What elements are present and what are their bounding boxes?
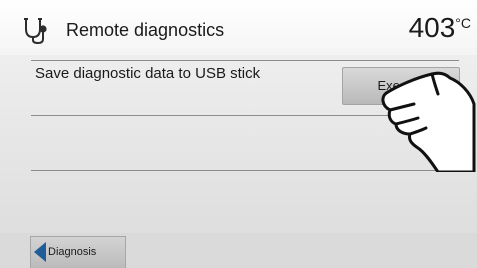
back-arrow-icon: [34, 242, 46, 262]
header-bar: Remote diagnostics 403°C: [0, 0, 477, 55]
back-button-label: Diagnosis: [48, 246, 97, 258]
temperature-readout: 403°C: [409, 12, 471, 44]
temperature-unit: °C: [455, 15, 471, 31]
save-diagnostic-label: Save diagnostic data to USB stick: [35, 65, 261, 82]
stethoscope-icon: [24, 18, 47, 45]
page-title: Remote diagnostics: [66, 20, 225, 40]
back-diagnosis-button[interactable]: Diagnosis: [30, 236, 126, 268]
temperature-value: 403: [408, 12, 456, 43]
remote-diagnostics-screen: Remote diagnostics 403°C Save diagnostic…: [0, 0, 477, 268]
pointing-hand-icon: [381, 71, 476, 172]
